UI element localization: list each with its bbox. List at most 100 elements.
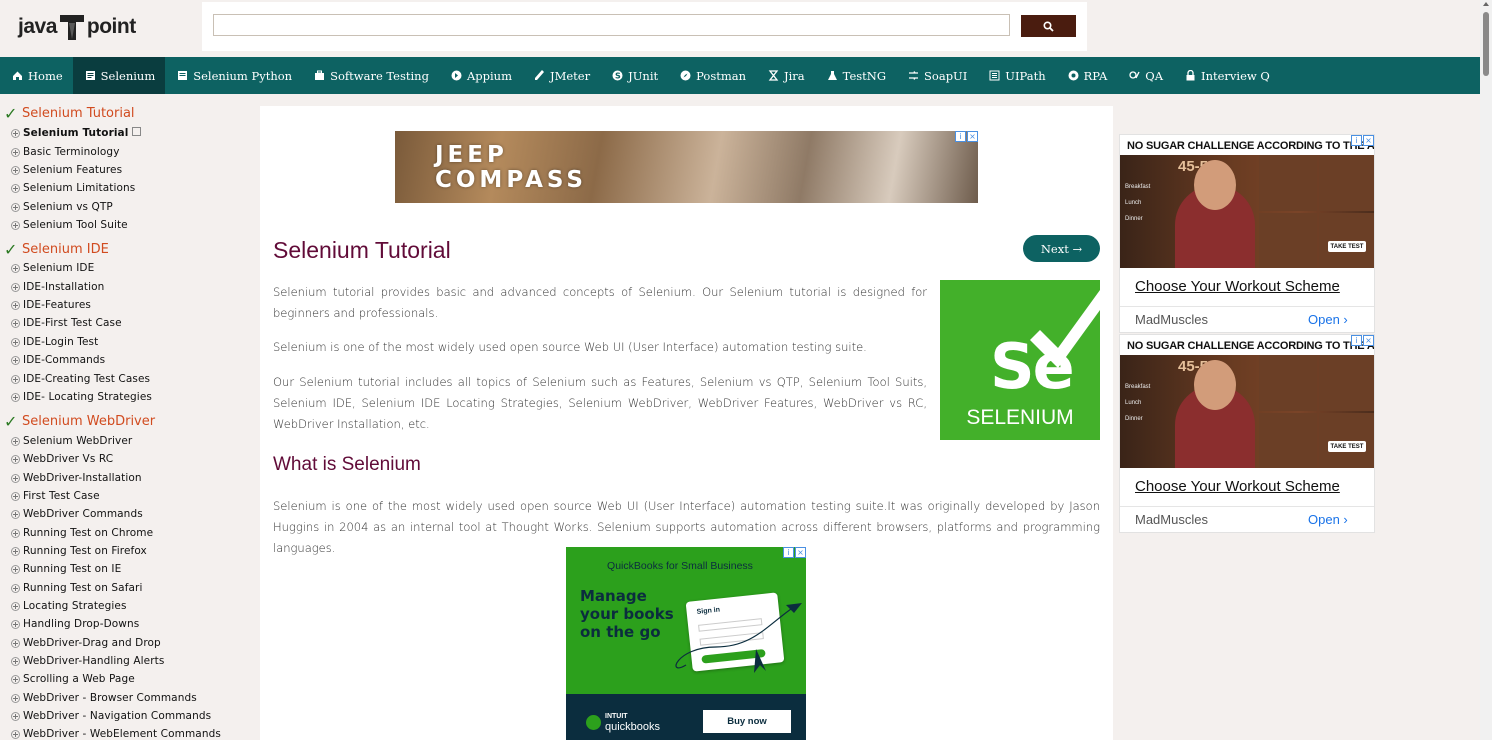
sidebar-item-selenium-limitations[interactable]: Selenium Limitations [11,182,135,194]
sidebar-item-webdriver-installation[interactable]: WebDriver-Installation [11,472,142,484]
sidebar-item-selenium-ide[interactable]: Selenium IDE [11,262,94,274]
site-logo[interactable]: java point [18,12,136,42]
sidebar-item-ide-login-test[interactable]: IDE-Login Test [11,336,98,348]
sidebar-item-label: Locating Strategies [23,600,127,612]
nav-selenium[interactable]: Selenium [72,57,166,94]
ad-qb-brand: INTUIT quickbooks [586,712,660,733]
ad-menu-item: Breakfast [1125,184,1151,190]
ad-open-button[interactable]: Open › [1308,312,1348,327]
sidebar-item-label: IDE-Creating Test Cases [23,373,151,385]
next-button[interactable]: Next → [1023,235,1100,262]
expand-icon [11,392,20,402]
sidebar-item-ide-features[interactable]: IDE-Features [11,299,91,311]
ad-info-icon[interactable]: i [1351,135,1362,146]
circle-arrow-icon [451,70,462,81]
ad-banner-jeep[interactable]: JEEP COMPASS i × [395,131,978,203]
ad-info-icon[interactable]: i [1351,335,1362,346]
sidebar-item-webdriver-commands[interactable]: WebDriver Commands [11,508,143,520]
page-scrollbar[interactable] [1480,0,1492,740]
ad-choices[interactable]: i × [955,131,978,142]
sidebar-item-label: Selenium Tool Suite [23,219,128,231]
sidebar-section-selenium-ide[interactable]: ✓ Selenium IDE [4,240,109,259]
sidebar-item-ide-first-test-case[interactable]: IDE-First Test Case [11,317,122,329]
sidebar-item-running-test-safari[interactable]: Running Test on Safari [11,582,142,594]
sidebar-item-selenium-features[interactable]: Selenium Features [11,164,122,176]
scrollbar-thumb[interactable] [1483,12,1489,76]
ad-madmuscles[interactable]: NO SUGAR CHALLENGE ACCORDING TO THE AGE … [1119,134,1375,333]
sidebar-item-navigation-commands[interactable]: WebDriver - Navigation Commands [11,710,211,722]
nav-junit[interactable]: S JUnit [600,57,668,94]
sidebar-section-selenium-tutorial[interactable]: ✓ Selenium Tutorial [4,104,135,123]
sidebar-item-selenium-vs-qtp[interactable]: Selenium vs QTP [11,201,113,213]
nav-jmeter[interactable]: JMeter [522,57,600,94]
sidebar-item-drag-and-drop[interactable]: WebDriver-Drag and Drop [11,637,161,649]
ad-quickbooks[interactable]: QuickBooks for Small Business i × Manage… [566,547,806,740]
ad-person-face [1194,360,1236,410]
ad-choices[interactable]: i × [1351,335,1374,346]
scroll-up-icon[interactable] [1483,2,1489,6]
nav-postman[interactable]: Postman [668,57,756,94]
sidebar-item-ide-installation[interactable]: IDE-Installation [11,281,104,293]
gear-circle-icon [1068,70,1079,81]
ad-madmuscles[interactable]: NO SUGAR CHALLENGE ACCORDING TO THE AGE … [1119,334,1375,533]
sidebar-item-handling-alerts[interactable]: WebDriver-Handling Alerts [11,655,164,667]
nav-selenium-python[interactable]: Selenium Python [165,57,302,94]
nav-software-testing[interactable]: Software Testing [302,57,439,94]
sidebar-item-selenium-webdriver[interactable]: Selenium WebDriver [11,435,132,447]
lock-icon [1186,70,1195,81]
selenium-logo-mark: Se [990,330,1075,403]
nav-testng[interactable]: TestNG [815,57,896,94]
sidebar-item-selenium-tool-suite[interactable]: Selenium Tool Suite [11,219,128,231]
ad-open-button[interactable]: Open › [1308,512,1348,527]
nav-uipath[interactable]: UIPath [977,57,1055,94]
sidebar-item-ide-creating-test-cases[interactable]: IDE-Creating Test Cases [11,373,150,385]
ad-close-icon[interactable]: × [1363,335,1374,346]
ad-headline-link[interactable]: Choose Your Workout Scheme [1135,478,1340,495]
document-icon [178,71,188,80]
search-input[interactable] [213,14,1010,36]
sidebar-item-ide-locating-strategies[interactable]: IDE- Locating Strategies [11,391,152,403]
sidebar-item-browser-commands[interactable]: WebDriver - Browser Commands [11,692,197,704]
sidebar-item-selenium-tutorial[interactable]: Selenium Tutorial [11,126,142,139]
sidebar-item-label: IDE-Features [23,299,91,311]
sidebar-item-running-test-firefox[interactable]: Running Test on Firefox [11,545,147,557]
intro-paragraph-1: Selenium tutorial provides basic and adv… [273,285,927,320]
sidebar-item-handling-drop-downs[interactable]: Handling Drop-Downs [11,618,139,630]
nav-label: Selenium Python [193,68,293,83]
expand-icon [11,165,20,175]
sidebar-item-label: Running Test on Chrome [23,527,154,539]
nav-home[interactable]: Home [0,57,73,94]
sidebar-item-label: WebDriver - Browser Commands [23,692,197,704]
nav-interview-q[interactable]: Interview Q [1173,57,1280,94]
nav-soapui[interactable]: SoapUI [896,57,977,94]
sidebar-item-locating-strategies[interactable]: Locating Strategies [11,600,127,612]
ad-info-icon[interactable]: i [955,131,966,142]
flask-icon [827,71,837,80]
sidebar-item-webelement-commands[interactable]: WebDriver - WebElement Commands [11,728,221,740]
ad-brand: MadMuscles [1135,312,1208,327]
nav-qa[interactable]: QA [1117,57,1173,94]
search-button[interactable] [1021,15,1076,37]
sidebar-section-selenium-webdriver[interactable]: ✓ Selenium WebDriver [4,412,155,431]
ad-close-icon[interactable]: × [967,131,978,142]
sidebar-item-ide-commands[interactable]: IDE-Commands [11,354,105,366]
ad-close-icon[interactable]: × [1363,135,1374,146]
ad-qb-buy-button[interactable]: Buy now [703,710,791,733]
sidebar-item-running-test-chrome[interactable]: Running Test on Chrome [11,527,153,539]
nav-label: QA [1145,68,1164,83]
ad-choices[interactable]: i × [1351,135,1374,146]
nav-label: Jira [784,68,805,83]
sidebar-item-running-test-ie[interactable]: Running Test on IE [11,563,121,575]
nav-rpa[interactable]: RPA [1056,57,1118,94]
expand-icon [11,693,20,703]
nav-jira[interactable]: Jira [756,57,815,94]
selenium-logo: Se SELENIUM [940,280,1100,440]
sidebar-item-webdriver-vs-rc[interactable]: WebDriver Vs RC [11,453,113,465]
ad-headline-link[interactable]: Choose Your Workout Scheme [1135,278,1340,295]
sidebar-item-basic-terminology[interactable]: Basic Terminology [11,146,120,158]
sidebar-item-scrolling-web-page[interactable]: Scrolling a Web Page [11,673,135,685]
expand-icon [11,147,20,157]
nav-appium[interactable]: Appium [439,57,522,94]
main-content: JEEP COMPASS i × Selenium Tutorial Next … [260,106,1113,740]
sidebar-item-first-test-case[interactable]: First Test Case [11,490,100,502]
